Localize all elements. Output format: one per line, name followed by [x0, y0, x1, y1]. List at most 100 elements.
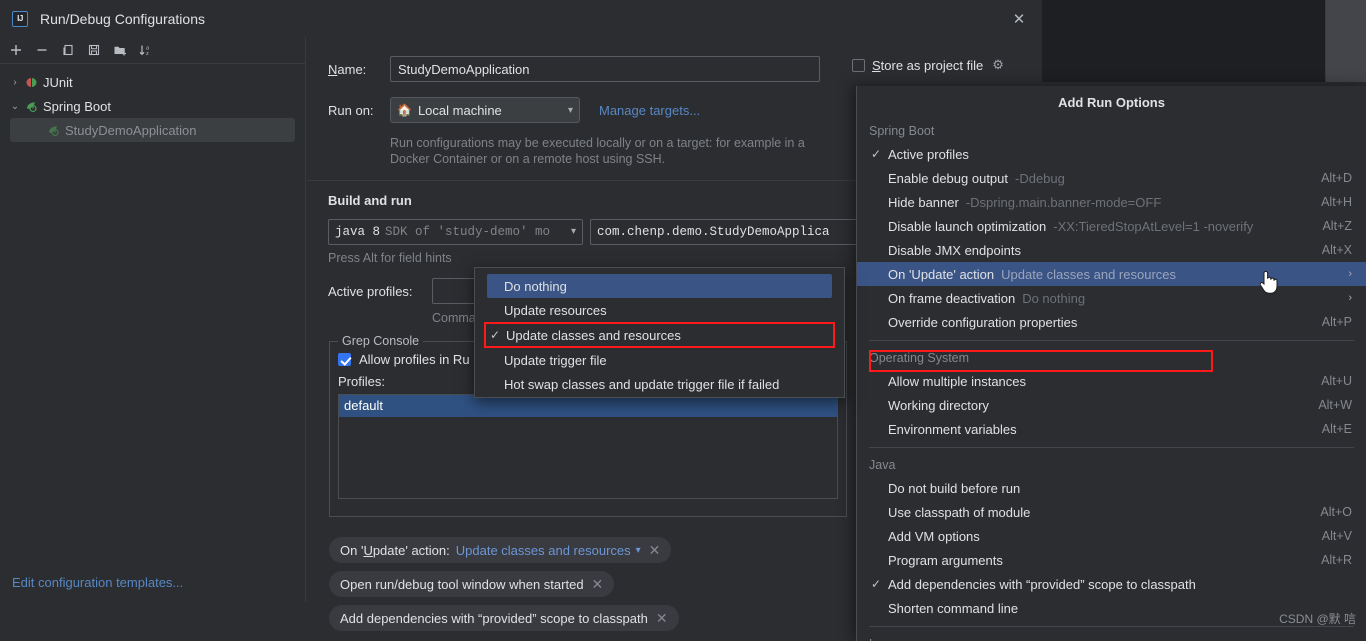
chevron-right-icon[interactable]: › — [1338, 268, 1352, 280]
run-option-shortcut: Alt+P — [1321, 315, 1352, 329]
run-option-add-vm-options[interactable]: Add VM options Alt+V — [857, 524, 1366, 548]
run-option-label: Hide banner — [888, 194, 959, 210]
chip-value[interactable]: Update classes and resources — [456, 543, 631, 558]
run-option-chips: On 'Update' action: Update classes and r… — [329, 537, 679, 639]
tree-node-junit[interactable]: › JUnit — [0, 70, 305, 94]
grep-console-legend: Grep Console — [338, 334, 424, 348]
editor-scrollbar-track[interactable] — [1326, 0, 1366, 82]
chevron-down-icon[interactable]: ▾ — [636, 545, 641, 556]
run-on-value: Local machine — [417, 102, 502, 118]
menu-item-label: Update resources — [504, 302, 607, 318]
run-option-add-provided-dependencies[interactable]: ✓ Add dependencies with “provided” scope… — [857, 572, 1366, 596]
chip-on-update-action[interactable]: On 'Update' action: Update classes and r… — [329, 537, 672, 563]
chip-add-provided-dependencies[interactable]: Add dependencies with “provided” scope t… — [329, 605, 679, 631]
spring-boot-icon — [22, 100, 40, 113]
edit-configuration-templates-link[interactable]: Edit configuration templates... — [12, 575, 183, 590]
run-option-use-classpath-of-module[interactable]: Use classpath of module Alt+O — [857, 500, 1366, 524]
tree-node-spring-boot[interactable]: ⌄ Spring Boot — [0, 94, 305, 118]
chip-open-tool-window[interactable]: Open run/debug tool window when started … — [329, 571, 615, 597]
run-option-environment-variables[interactable]: Environment variables Alt+E — [857, 417, 1366, 441]
chevron-right-icon[interactable]: › — [1338, 292, 1352, 304]
run-option-disable-jmx-endpoints[interactable]: Disable JMX endpoints Alt+X — [857, 238, 1366, 262]
save-configuration-icon[interactable] — [82, 39, 106, 61]
menu-item-hot-swap-classes[interactable]: Hot swap classes and update trigger file… — [487, 372, 832, 396]
list-item[interactable]: default — [339, 395, 837, 417]
run-option-disable-launch-optimization[interactable]: Disable launch optimization -XX:TieredSt… — [857, 214, 1366, 238]
manage-targets-link[interactable]: Manage targets... — [599, 103, 700, 118]
allow-profiles-label: Allow profiles in Ru — [359, 352, 470, 367]
store-as-project-file-label: Store as project file — [872, 57, 984, 73]
run-option-label: Disable launch optimization — [888, 218, 1047, 234]
run-option-shortcut: Alt+D — [1321, 171, 1352, 185]
run-option-active-profiles[interactable]: ✓ Active profiles — [857, 142, 1366, 166]
chip-remove-icon[interactable]: ✕ — [592, 576, 604, 593]
chevron-right-icon[interactable]: › — [8, 77, 22, 88]
run-option-on-frame-deactivation[interactable]: On frame deactivation Do nothing › — [857, 286, 1366, 310]
gear-icon[interactable]: ⚙ — [992, 57, 1004, 73]
active-profiles-label: Active profiles: — [328, 283, 413, 299]
update-action-popup-menu: Do nothing Update resources ✓ Update cla… — [474, 267, 845, 398]
close-icon[interactable]: ✕ — [1008, 8, 1030, 30]
dialog-titlebar: IJ Run/Debug Configurations ✕ — [0, 0, 1042, 37]
tree-node-label: StudyDemoApplication — [65, 122, 197, 138]
chevron-down-icon[interactable]: ⌄ — [8, 101, 22, 112]
menu-item-do-nothing[interactable]: Do nothing — [487, 274, 832, 298]
chip-remove-icon[interactable]: ✕ — [656, 610, 668, 627]
chip-label: Add dependencies with “provided” scope t… — [340, 610, 648, 626]
menu-item-label: Update classes and resources — [506, 327, 681, 343]
run-option-override-configuration-properties[interactable]: Override configuration properties Alt+P — [857, 310, 1366, 334]
run-option-program-arguments[interactable]: Program arguments Alt+R — [857, 548, 1366, 572]
run-option-hide-banner[interactable]: Hide banner -Dspring.main.banner-mode=OF… — [857, 190, 1366, 214]
jdk-combobox[interactable]: java 8 SDK of 'study-demo' mo ▾ — [328, 219, 583, 245]
run-option-label: Shorten command line — [888, 600, 1019, 616]
grep-profiles-list[interactable]: default — [338, 394, 838, 499]
run-option-do-not-build-before-run[interactable]: Do not build before run — [857, 476, 1366, 500]
chevron-down-icon[interactable]: ▾ — [568, 105, 573, 116]
run-option-sub: -Ddebug — [1015, 170, 1065, 186]
run-option-shortcut: Alt+U — [1321, 374, 1352, 388]
run-option-working-directory[interactable]: Working directory Alt+W — [857, 393, 1366, 417]
menu-item-update-classes-and-resources[interactable]: ✓ Update classes and resources — [484, 322, 835, 348]
watermark-text: CSDN @默 唁 — [1279, 612, 1356, 626]
name-input[interactable] — [390, 56, 820, 82]
remove-configuration-button[interactable] — [30, 39, 54, 61]
run-option-sub: Do nothing — [1022, 290, 1086, 306]
store-as-project-file-row[interactable]: Store as project file ⚙ — [852, 57, 1004, 73]
move-into-folder-icon[interactable] — [108, 39, 132, 61]
menu-item-label: Update trigger file — [504, 352, 607, 368]
add-configuration-button[interactable] — [4, 39, 28, 61]
group-header-java: Java — [869, 458, 896, 472]
allow-profiles-checkbox[interactable] — [338, 353, 351, 366]
chevron-down-icon[interactable]: ▾ — [567, 226, 576, 238]
run-option-shortcut: Alt+V — [1321, 529, 1352, 543]
run-option-shortcut: Alt+W — [1318, 398, 1352, 412]
chip-label: Open run/debug tool window when started — [340, 576, 584, 592]
menu-item-update-resources[interactable]: Update resources — [487, 298, 832, 322]
configurations-tree: › JUnit ⌄ Spring Boot StudyDemoApplicati… — [0, 64, 305, 142]
run-option-shortcut: Alt+O — [1320, 505, 1352, 519]
copy-configuration-icon[interactable] — [56, 39, 80, 61]
run-option-label: Add VM options — [888, 528, 980, 544]
store-as-project-file-checkbox[interactable] — [852, 58, 865, 72]
run-option-sub: -Dspring.main.banner-mode=OFF — [965, 194, 1162, 210]
tree-node-studydemoapplication[interactable]: StudyDemoApplication — [10, 118, 295, 142]
run-option-shortcut: Alt+R — [1321, 553, 1352, 567]
run-option-label: Working directory — [888, 397, 989, 413]
menu-item-update-trigger-file[interactable]: Update trigger file — [487, 348, 832, 372]
junit-icon — [22, 76, 40, 89]
chip-remove-icon[interactable]: ✕ — [649, 542, 661, 559]
run-option-sub: Update classes and resources — [1001, 266, 1177, 282]
run-on-combobox[interactable]: 🏠 Local machine ▾ — [390, 97, 580, 123]
check-icon: ✓ — [490, 328, 501, 342]
jdk-secondary-label: SDK of 'study-demo' mo — [385, 225, 551, 239]
run-option-on-update-action[interactable]: On 'Update' action Update classes and re… — [857, 262, 1366, 286]
run-option-label: Disable JMX endpoints — [888, 242, 1021, 258]
jdk-primary-label: java 8 — [335, 225, 381, 239]
group-header-spring-boot: Spring Boot — [869, 124, 935, 138]
run-option-shortcut: Alt+E — [1321, 422, 1352, 436]
check-icon: ✓ — [871, 577, 882, 591]
run-option-allow-multiple-instances[interactable]: Allow multiple instances Alt+U — [857, 369, 1366, 393]
run-option-enable-debug-output[interactable]: Enable debug output -Ddebug Alt+D — [857, 166, 1366, 190]
sort-az-icon[interactable]: az — [134, 39, 158, 61]
run-option-label: Allow multiple instances — [888, 373, 1027, 389]
